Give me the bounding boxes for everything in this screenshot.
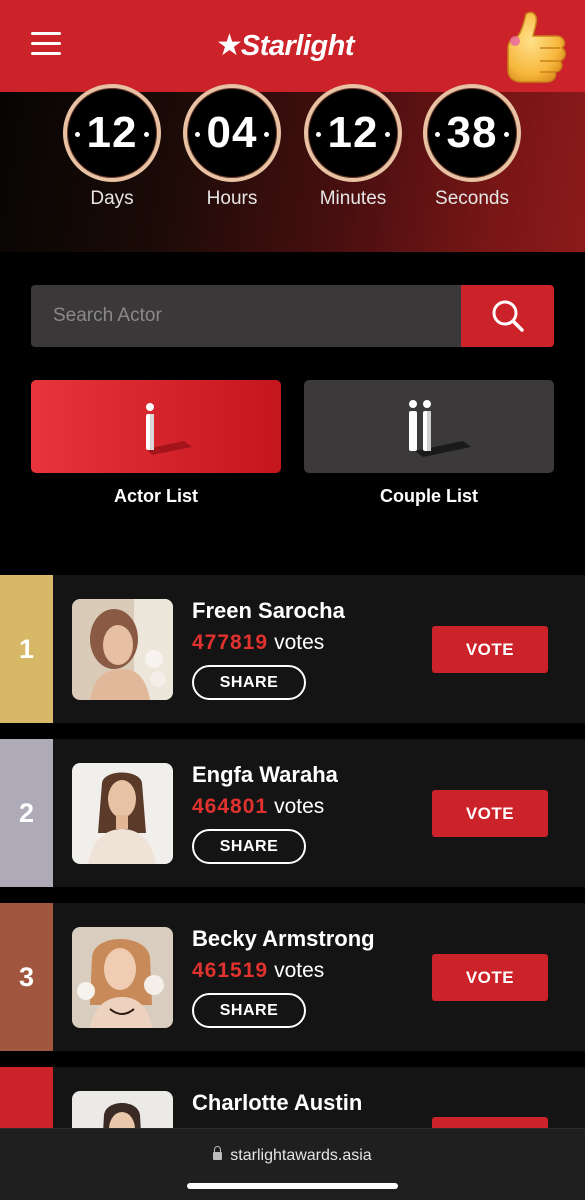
countdown-minutes: 12 Minutes	[301, 84, 405, 210]
vote-button[interactable]: VOTE	[432, 954, 548, 1001]
countdown-value: 12	[86, 108, 138, 157]
share-button[interactable]: SHARE	[192, 829, 306, 864]
couple-list-button[interactable]	[304, 380, 554, 473]
actor-name: Freen Sarocha	[192, 598, 345, 623]
countdown-banner: 12 Days 04 Hours 12 Minutes 38 Seconds	[0, 84, 585, 252]
couple-list-label[interactable]: Couple List	[304, 486, 554, 507]
share-button[interactable]: SHARE	[192, 665, 306, 700]
countdown-value: 38	[446, 108, 498, 157]
search-button[interactable]	[461, 285, 554, 347]
search-bar	[31, 285, 554, 347]
share-button[interactable]: SHARE	[192, 993, 306, 1028]
countdown-hours: 04 Hours	[180, 84, 284, 210]
starlight-logo[interactable]: ★ Starlight	[216, 26, 355, 66]
votes-suffix: votes	[274, 795, 325, 818]
ranking-card: 2 Engfa Waraha 464801 votes SHARE VOTE	[0, 739, 585, 887]
vote-count-line: 464801 votes	[192, 795, 324, 819]
votes-suffix: votes	[274, 631, 325, 654]
actor-name: Charlotte Austin	[192, 1090, 363, 1115]
vote-count: 477819	[192, 631, 269, 654]
hamburger-menu-icon[interactable]	[31, 32, 61, 56]
url-display[interactable]: starlightawards.asia	[0, 1146, 585, 1165]
vote-button[interactable]: VOTE	[432, 626, 548, 673]
single-person-icon	[146, 402, 192, 455]
actor-name: Becky Armstrong	[192, 926, 375, 951]
url-text: starlightawards.asia	[230, 1147, 372, 1164]
countdown-days: 12 Days	[60, 84, 164, 210]
search-icon	[492, 300, 524, 332]
home-indicator[interactable]	[187, 1183, 398, 1189]
vote-count-line: 477819 votes	[192, 631, 324, 655]
lock-icon	[213, 1146, 223, 1160]
logo-text: Starlight	[240, 29, 355, 62]
rank-badge: 1	[0, 575, 53, 723]
vote-count: 461519	[192, 959, 269, 982]
vote-button[interactable]: VOTE	[432, 790, 548, 837]
thumbs-up-icon[interactable]	[496, 8, 570, 86]
rank-badge: 3	[0, 903, 53, 1051]
actor-list-button[interactable]	[31, 380, 281, 473]
countdown-value: 12	[327, 108, 379, 157]
actor-name: Engfa Waraha	[192, 762, 338, 787]
ranking-card: 3 Becky Armstrong 461519 votes SHARE VOTE	[0, 903, 585, 1051]
browser-address-bar[interactable]: starlightawards.asia	[0, 1128, 585, 1200]
countdown-seconds: 38 Seconds	[420, 84, 524, 210]
top-header: ★ Starlight	[0, 0, 585, 92]
votes-suffix: votes	[274, 959, 325, 982]
vote-count-line: 461519 votes	[192, 959, 324, 983]
rank-badge: 2	[0, 739, 53, 887]
star-icon: ★	[216, 29, 243, 62]
actor-photo[interactable]	[72, 927, 173, 1028]
actor-list-label[interactable]: Actor List	[31, 486, 281, 507]
couple-icon	[409, 399, 471, 457]
vote-count: 464801	[192, 795, 269, 818]
ranking-card: 1 Freen Sarocha 477819 votes SHARE VOTE	[0, 575, 585, 723]
search-input[interactable]	[31, 285, 461, 347]
actor-photo[interactable]	[72, 763, 173, 864]
countdown-label: Seconds	[435, 188, 509, 209]
countdown-label: Minutes	[319, 188, 387, 209]
countdown-label: Days	[90, 188, 134, 209]
countdown-value: 04	[206, 108, 258, 157]
countdown-label: Hours	[206, 188, 258, 209]
actor-photo[interactable]	[72, 599, 173, 700]
